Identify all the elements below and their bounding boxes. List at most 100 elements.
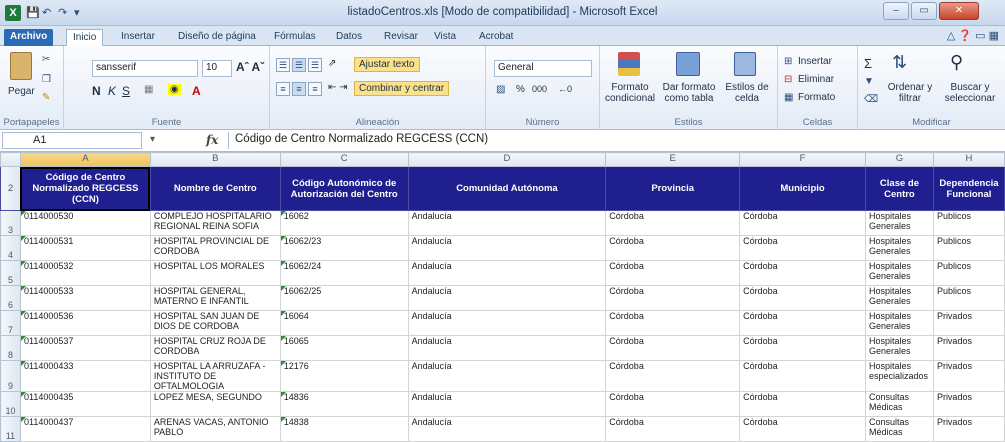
cell-clase[interactable]: Hospitales Generales [864,310,934,336]
align-middle-icon[interactable]: ☰ [292,58,306,72]
row-header[interactable]: 9 [0,360,21,392]
cell-ccn[interactable]: 0114000531 [19,235,151,261]
cell-ccn[interactable]: 0114000530 [19,210,151,236]
header-cell-clase[interactable]: Clase de Centro [864,166,934,211]
conditional-format-icon[interactable] [618,52,640,76]
cell-dependencia[interactable]: Privados [932,310,1005,336]
cell-dependencia[interactable]: Publicos [932,285,1005,311]
cell-dependencia[interactable]: Privados [932,360,1005,392]
cell-codigo[interactable]: 16062/23 [279,235,409,261]
find-select-button[interactable]: Buscar y seleccionar [938,82,1002,104]
borders-icon[interactable]: ▦ [144,84,153,95]
cell-municipio[interactable]: Córdoba [739,310,866,336]
fill-color-icon[interactable]: ◉ [168,84,181,95]
close-button[interactable]: ✕ [939,2,979,20]
cell-dependencia[interactable]: Privados [932,391,1005,417]
conditional-format-button[interactable]: Formato condicional [600,82,660,104]
fill-icon[interactable]: ▼ [864,76,874,87]
tab-insertar[interactable]: Insertar [115,29,161,46]
wrap-text-button[interactable]: Ajustar texto [354,57,420,72]
cell-provincia[interactable]: Córdoba [605,235,741,261]
merge-center-button[interactable]: Combinar y centrar [354,81,450,96]
cut-icon[interactable]: ✂ [42,54,50,65]
cell-nombre[interactable]: HOSPITAL SAN JUAN DE DIOS DE CORDOBA [149,310,281,336]
font-size-select[interactable]: 10 [202,60,232,77]
cell-styles-button[interactable]: Estilos de celda [720,82,774,104]
font-name-select[interactable]: sansserif [92,60,198,77]
cell-nombre[interactable]: HOSPITAL LA ARRUZAFA - INSTITUTO DE OFTA… [149,360,281,392]
cell-comunidad[interactable]: Andalucía [407,235,607,261]
format-table-icon[interactable] [676,52,700,76]
cell-ccn[interactable]: 0114000437 [19,416,151,442]
paste-button[interactable]: Pegar [8,86,35,97]
format-cells-icon[interactable]: ▦ [784,92,793,103]
column-header-b[interactable]: B [149,152,281,167]
tab-acrobat[interactable]: Acrobat [473,29,519,46]
cell-dependencia[interactable]: Privados [932,416,1005,442]
row-header[interactable]: 7 [0,310,21,336]
bold-icon[interactable]: N [92,84,101,98]
delete-button[interactable]: Eliminar [798,74,834,85]
format-table-button[interactable]: Dar formato como tabla [660,82,718,104]
align-right-icon[interactable]: ≡ [308,82,322,96]
header-cell-provincia[interactable]: Provincia [605,166,741,211]
find-select-icon[interactable]: ⚲ [950,52,963,73]
row-header[interactable]: 6 [0,285,21,311]
row-header[interactable]: 3 [0,210,21,236]
font-color-icon[interactable]: A [192,84,201,98]
currency-icon[interactable]: ▨ [496,84,505,95]
column-header-d[interactable]: D [407,152,607,167]
header-cell-ccn[interactable]: Código de Centro Normalizado REGCESS (CC… [19,166,151,211]
grow-font-icon[interactable]: Aˆ Aˇ [236,60,264,74]
cell-ccn[interactable]: 0114000537 [19,335,151,361]
cell-municipio[interactable]: Córdoba [739,416,866,442]
tab-formulas[interactable]: Fórmulas [268,29,322,46]
cell-nombre[interactable]: ARENAS VACAS, ANTONIO PABLO [149,416,281,442]
cell-comunidad[interactable]: Andalucía [407,285,607,311]
tab-archivo[interactable]: Archivo [4,29,54,46]
tab-datos[interactable]: Datos [330,29,368,46]
cell-provincia[interactable]: Córdoba [605,335,741,361]
insert-button[interactable]: Insertar [798,56,832,67]
thousands-icon[interactable]: 000 [532,84,547,94]
cell-dependencia[interactable]: Publicos [932,235,1005,261]
cell-dependencia[interactable]: Publicos [932,260,1005,286]
cell-clase[interactable]: Consultas Médicas [864,391,934,417]
cell-clase[interactable]: Hospitales Generales [864,260,934,286]
name-box-dropdown-icon[interactable]: ▾ [150,134,155,145]
number-format-select[interactable]: General [494,60,592,77]
cell-nombre[interactable]: HOSPITAL LOS MORALES [149,260,281,286]
cell-clase[interactable]: Hospitales Generales [864,210,934,236]
cell-nombre[interactable]: COMPLEJO HOSPITALARIO REGIONAL REINA SOF… [149,210,281,236]
cell-ccn[interactable]: 0114000533 [19,285,151,311]
cell-codigo[interactable]: 16062/24 [279,260,409,286]
cell-comunidad[interactable]: Andalucía [407,260,607,286]
select-all-corner[interactable] [0,152,21,167]
cell-comunidad[interactable]: Andalucía [407,360,607,392]
column-header-c[interactable]: C [279,152,409,167]
cell-provincia[interactable]: Córdoba [605,260,741,286]
cell-codigo[interactable]: 14836 [279,391,409,417]
cell-provincia[interactable]: Córdoba [605,416,741,442]
cell-municipio[interactable]: Córdoba [739,235,866,261]
cell-comunidad[interactable]: Andalucía [407,210,607,236]
maximize-button[interactable]: ▭ [911,2,937,20]
cell-nombre[interactable]: HOSPITAL GENERAL, MATERNO E INFANTIL [149,285,281,311]
orientation-icon[interactable]: ⇗ [328,58,336,69]
autosum-icon[interactable]: Σ [864,56,872,71]
cell-municipio[interactable]: Córdoba [739,391,866,417]
cell-nombre[interactable]: LOPEZ MESA, SEGUNDO [149,391,281,417]
cell-dependencia[interactable]: Publicos [932,210,1005,236]
cell-provincia[interactable]: Córdoba [605,285,741,311]
header-cell-codigo[interactable]: Código Autonómico de Autorización del Ce… [279,166,409,211]
minimize-button[interactable]: – [883,2,909,20]
cell-provincia[interactable]: Córdoba [605,210,741,236]
cell-codigo[interactable]: 16062 [279,210,409,236]
tab-diseno-pagina[interactable]: Diseño de página [172,29,262,46]
help-icon[interactable]: △ ❓ ▭ ▦ [947,29,999,42]
underline-icon[interactable]: S [122,84,130,98]
indent-icon[interactable]: ⇤ ⇥ [328,82,348,93]
tab-revisar[interactable]: Revisar [378,29,424,46]
column-header-g[interactable]: G [864,152,934,167]
cell-municipio[interactable]: Córdoba [739,360,866,392]
